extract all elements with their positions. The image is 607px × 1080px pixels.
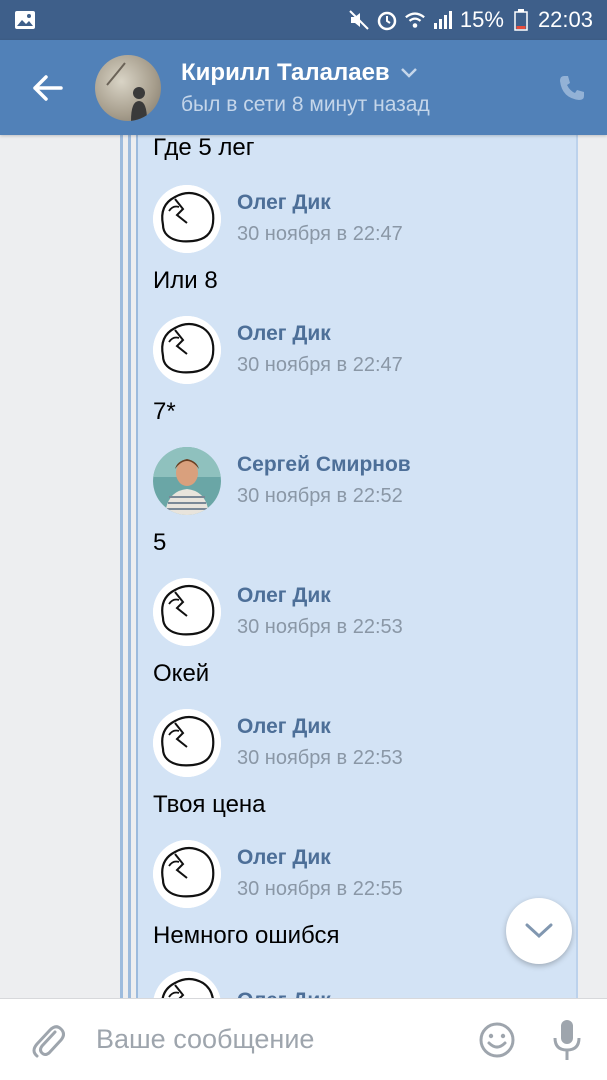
- contact-status: был в сети 8 минут назад: [181, 92, 430, 116]
- message-date: 30 ноября в 22:47: [237, 354, 403, 376]
- message-author-block: Олег Дик 30 ноября в 22:53: [153, 564, 573, 659]
- phone-icon: [560, 75, 584, 100]
- author-info: Олег Дик 30 ноября в 22:53: [237, 715, 403, 770]
- signal-icon: [432, 9, 454, 31]
- author-info: Олег Дик 30 ноября в 22:47: [237, 322, 403, 377]
- author-info: Олег Дик 30 ноября в 22:53: [237, 584, 403, 639]
- author-avatar[interactable]: [153, 970, 221, 998]
- status-bar: 15% 22:03: [0, 0, 607, 40]
- message-input[interactable]: [96, 1024, 457, 1055]
- voice-message-button[interactable]: [537, 1018, 597, 1062]
- message-date: 30 ноября в 22:53: [237, 616, 403, 638]
- mute-icon: [348, 9, 370, 31]
- message-author-block: Сергей Смирнов 30 ноября в 22:52: [153, 433, 573, 528]
- smiley-icon: [479, 1022, 515, 1057]
- message-date: 30 ноября в 22:52: [237, 485, 403, 507]
- message-composer: [0, 998, 607, 1080]
- arrow-left-icon: [32, 74, 63, 101]
- scroll-down-button[interactable]: [506, 898, 572, 964]
- forwarded-messages: Где 5 лег Олег Дик 30 ноября в 22:47 Или 8…: [153, 135, 573, 998]
- author-info: Олег Дик 30 ноября в 22:55: [237, 846, 403, 901]
- author-name[interactable]: Олег Дик: [237, 584, 403, 608]
- message-history[interactable]: Где 5 лег Олег Дик 30 ноября в 22:47 Или 8…: [0, 135, 607, 998]
- message-text: 7*: [153, 398, 176, 425]
- message-date: 30 ноября в 22:47: [237, 223, 403, 245]
- paperclip-icon: [32, 1024, 65, 1057]
- alarm-icon: [376, 9, 398, 31]
- battery-percent: 15%: [459, 7, 504, 32]
- message-date: 30 ноября в 22:53: [237, 747, 403, 769]
- message-text: Где 5 лег: [153, 135, 255, 161]
- author-avatar[interactable]: [153, 839, 221, 908]
- contact-info[interactable]: Кирилл Талалаев был в сети 8 минут назад: [181, 59, 537, 117]
- author-name[interactable]: Сергей Смирнов: [237, 453, 411, 477]
- author-info: Олег Дик 30 ноября в 22:47: [237, 191, 403, 246]
- author-name[interactable]: Олег Дик: [237, 715, 403, 739]
- message-text: Окей: [153, 660, 210, 687]
- message-author-block: Олег Дик 30 ноября в 22:53: [153, 695, 573, 790]
- author-avatar[interactable]: [153, 315, 221, 384]
- message-date: 30 ноября в 22:55: [237, 878, 403, 900]
- author-name[interactable]: Олег Дик: [237, 191, 403, 215]
- chevron-down-icon: [400, 67, 417, 78]
- author-name[interactable]: Олег Дик: [237, 989, 331, 999]
- contact-avatar[interactable]: [95, 54, 161, 121]
- conversation-header: Кирилл Талалаев был в сети 8 минут назад: [0, 40, 607, 135]
- message-text: 5: [153, 529, 167, 556]
- chevron-down-icon: [525, 923, 553, 939]
- author-avatar[interactable]: [153, 708, 221, 777]
- author-name[interactable]: Олег Дик: [237, 322, 403, 346]
- call-button[interactable]: [537, 73, 607, 103]
- message-author-block: Олег Дик 30 ноября в 22:55: [153, 826, 573, 921]
- message-author-block: Олег Дик 30 ноября в 22:47: [153, 302, 573, 397]
- author-name[interactable]: Олег Дик: [237, 846, 403, 870]
- back-button[interactable]: [0, 40, 95, 135]
- wifi-icon: [404, 9, 426, 31]
- author-info: Сергей Смирнов 30 ноября в 22:52: [237, 453, 411, 508]
- author-avatar[interactable]: [153, 446, 221, 515]
- attach-button[interactable]: [0, 1020, 96, 1060]
- author-avatar[interactable]: [153, 184, 221, 253]
- gallery-icon: [14, 9, 36, 31]
- author-avatar[interactable]: [153, 577, 221, 646]
- message-text: Твоя цена: [153, 791, 266, 818]
- battery-icon: [510, 9, 532, 31]
- message-text: Или 8: [153, 267, 218, 294]
- message-author-block: Олег Дик 30 ноября в 22:47: [153, 171, 573, 266]
- emoji-button[interactable]: [457, 1021, 537, 1059]
- clock: 22:03: [537, 7, 593, 32]
- microphone-icon: [553, 1019, 581, 1060]
- contact-name: Кирилл Талалаев: [181, 58, 390, 86]
- author-info: Олег Дик: [237, 989, 331, 999]
- message-author-block: Олег Дик: [153, 957, 573, 998]
